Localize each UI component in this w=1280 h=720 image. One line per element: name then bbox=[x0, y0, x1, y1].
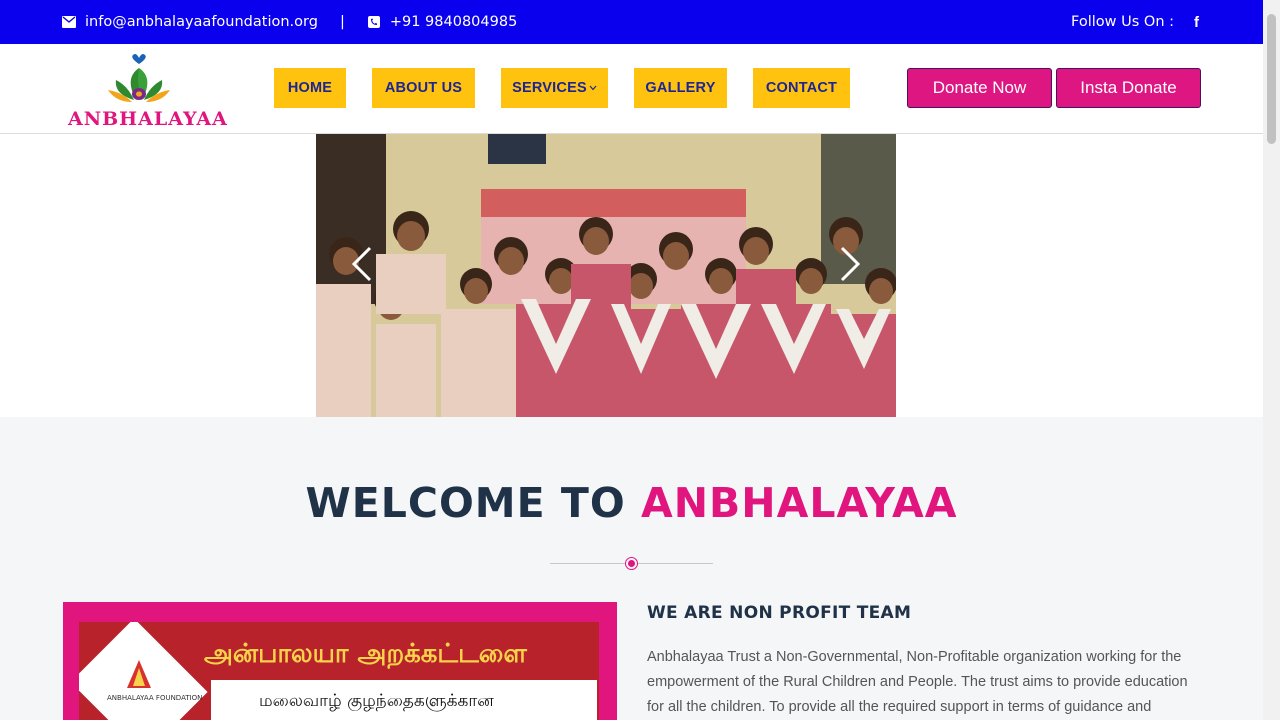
page-scrollbar[interactable] bbox=[1263, 0, 1280, 720]
about-banner-image: அன்பாலயா அறக்கட்டளை மலைவாழ் குழந்தைகளுக்… bbox=[63, 602, 617, 720]
site-header: ANBHALAYAA HOME ABOUT US SERVICES GALLER… bbox=[0, 44, 1263, 134]
site-logo[interactable]: ANBHALAYAA bbox=[66, 50, 227, 130]
nav-services-label: SERVICES bbox=[512, 80, 587, 96]
top-contact-bar: info@anbhalayaafoundation.org | +91 9840… bbox=[0, 0, 1263, 44]
banner-tamil-subtitle: மலைவாழ் குழந்தைகளுக்கான bbox=[259, 691, 494, 711]
banner-graphic: அன்பாலயா அறக்கட்டளை மலைவாழ் குழந்தைகளுக்… bbox=[70, 618, 599, 720]
welcome-title-brand: ANBHALAYAA bbox=[640, 479, 958, 527]
contact-info: info@anbhalayaafoundation.org | +91 9840… bbox=[62, 0, 517, 44]
nav-services[interactable]: SERVICES bbox=[501, 68, 608, 108]
email-link[interactable]: info@anbhalayaafoundation.org bbox=[85, 14, 318, 30]
contact-separator: | bbox=[339, 14, 345, 30]
nav-contact[interactable]: CONTACT bbox=[753, 68, 850, 108]
team-description: Anbhalayaa Trust a Non-Governmental, Non… bbox=[647, 649, 1188, 715]
scrollbar-thumb[interactable] bbox=[1267, 14, 1276, 144]
logo-text: ANBHALAYAA bbox=[68, 108, 228, 130]
phone-icon bbox=[367, 16, 380, 28]
divider-dot bbox=[626, 558, 637, 569]
welcome-title-part1: WELCOME TO bbox=[305, 479, 641, 527]
hero-photo bbox=[316, 134, 896, 417]
phone-link[interactable]: +91 9840804985 bbox=[390, 14, 517, 30]
insta-donate-button[interactable]: Insta Donate bbox=[1056, 68, 1201, 108]
follow-label: Follow Us On : bbox=[1071, 14, 1174, 30]
welcome-title: WELCOME TO ANBHALAYAA bbox=[0, 479, 1263, 527]
welcome-section: WELCOME TO ANBHALAYAA அன்பாலயா அறக்கட்டள… bbox=[0, 417, 1263, 720]
slider-next-icon[interactable] bbox=[836, 244, 866, 284]
lotus-logo-icon bbox=[108, 54, 170, 102]
nav-about-us[interactable]: ABOUT US bbox=[372, 68, 475, 108]
nav-home[interactable]: HOME bbox=[274, 68, 346, 108]
hero-slider-image bbox=[316, 134, 896, 417]
donate-now-button[interactable]: Donate Now bbox=[907, 68, 1052, 108]
facebook-icon[interactable]: f bbox=[1194, 14, 1199, 31]
chevron-down-icon bbox=[589, 85, 597, 91]
team-title: WE ARE NON PROFIT TEAM bbox=[647, 603, 912, 623]
social-follow: Follow Us On : f bbox=[1071, 0, 1199, 44]
nav-gallery[interactable]: GALLERY bbox=[634, 68, 727, 108]
banner-photo: அன்பாலயா அறக்கட்டளை மலைவாழ் குழந்தைகளுக்… bbox=[70, 618, 599, 720]
envelope-icon bbox=[62, 16, 76, 28]
banner-tamil-title: அன்பாலயா அறக்கட்டளை bbox=[204, 639, 527, 670]
banner-foundation-text: ANBHALAYAA FOUNDATION bbox=[107, 694, 202, 702]
slider-prev-icon[interactable] bbox=[346, 244, 376, 284]
